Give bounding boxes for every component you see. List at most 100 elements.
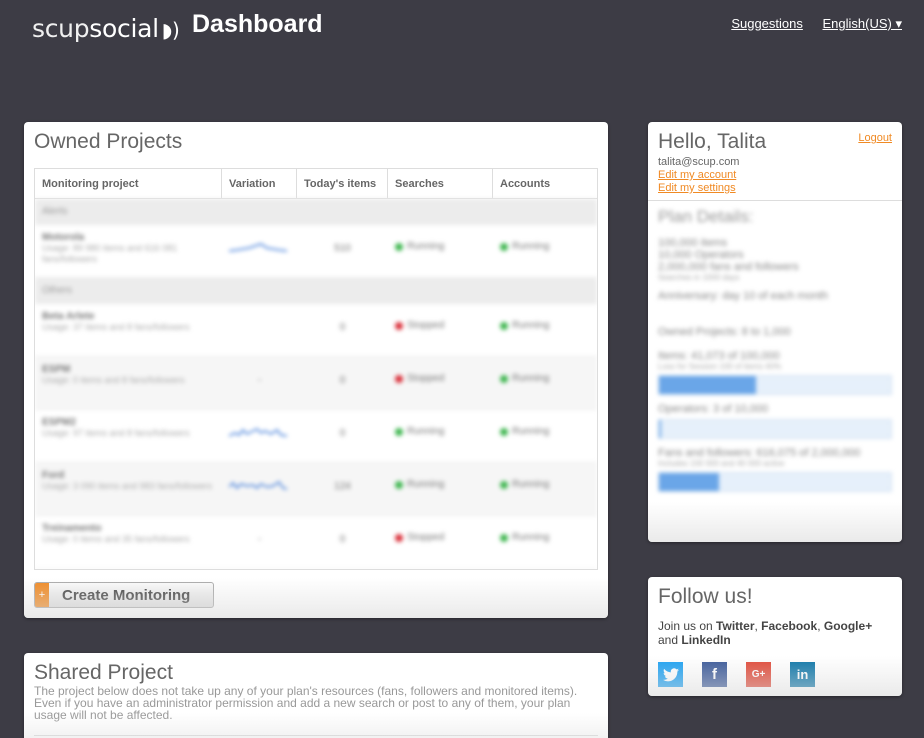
status-dot-icon — [395, 481, 403, 489]
account-status: Running — [493, 410, 597, 462]
table-row[interactable]: Treinamento Usage: 0 items and 35 fans/fo… — [35, 516, 597, 569]
scupsocial-logo[interactable]: scupsocial ◗) — [32, 14, 180, 43]
plan-fans-sub: Includes 100 000 and 40 000 active — [658, 459, 785, 468]
group-row-others: Others — [35, 278, 597, 304]
project-name[interactable]: ESPM2 — [42, 417, 215, 428]
project-name[interactable]: Motorola — [42, 232, 215, 243]
suggestions-link[interactable]: Suggestions — [731, 16, 803, 31]
user-email: talita@scup.com — [658, 156, 740, 168]
status-dot-icon — [395, 322, 403, 330]
account-status: Running — [493, 225, 597, 277]
project-usage: Usage: 0 items and 35 fans/followers — [42, 534, 190, 544]
plan-owned-projects: Owned Projects: 8 to 1,000 — [658, 326, 791, 338]
col-accounts[interactable]: Accounts — [493, 169, 597, 198]
sparkline — [222, 410, 297, 462]
todays-items-count: 0 — [339, 375, 346, 386]
search-status: Running — [388, 410, 493, 462]
col-searches[interactable]: Searches — [388, 169, 493, 198]
logo-part-1: scup — [32, 14, 90, 43]
plan-items: Items: 41,073 of 100,000 — [658, 350, 780, 362]
col-variation[interactable]: Variation — [222, 169, 297, 198]
account-status-label: Running — [512, 373, 550, 384]
search-status-label: Stopped — [407, 320, 445, 331]
account-panel: Hello, Talita Logout talita@scup.com Edi… — [648, 122, 902, 542]
facebook-label: Facebook — [761, 619, 818, 633]
status-dot-icon — [500, 481, 508, 489]
search-status-label: Stopped — [407, 532, 445, 543]
googleplus-label: Google+ — [823, 619, 873, 633]
table-row[interactable]: Beta Arlete Usage: 37 items and 8 fans/fo… — [35, 304, 597, 357]
language-select[interactable]: English(US) ▾ — [823, 16, 903, 31]
plan-line: 2,000,000 fans and followers — [658, 261, 799, 273]
twitter-icon[interactable] — [658, 662, 683, 687]
table-row[interactable]: ESPM Usage: 0 items and 8 fans/followers … — [35, 357, 597, 410]
table-row[interactable]: ESPM2 Usage: 97 items and 8 fans/follower… — [35, 410, 597, 463]
operators-usage-fill — [659, 420, 662, 438]
table-row[interactable]: Motorola Usage: 89 980 items and 616 081 … — [35, 225, 597, 278]
col-todays-items[interactable]: Today's items — [297, 169, 388, 198]
sparkline-empty: - — [257, 375, 262, 386]
items-usage-bar — [658, 375, 892, 395]
search-status: Stopped — [388, 516, 493, 568]
status-dot-icon — [395, 428, 403, 436]
plan-items-sub: Loss for Session 100 of items 40% — [658, 362, 782, 371]
status-dot-icon — [500, 322, 508, 330]
create-monitoring-button[interactable]: + Create Monitoring — [34, 582, 214, 608]
linkedin-icon[interactable]: in — [790, 662, 815, 687]
project-name[interactable]: Ford — [42, 470, 215, 481]
project-usage: Usage: 3 090 items and 983 fans/follower… — [42, 481, 213, 491]
divider — [34, 735, 598, 736]
sparkline-empty — [222, 304, 297, 356]
account-status-label: Running — [512, 320, 550, 331]
status-dot-icon — [395, 534, 403, 542]
project-name[interactable]: Treinamento — [42, 523, 215, 534]
plan-line: 10,000 Operators — [658, 249, 744, 261]
search-status: Running — [388, 463, 493, 515]
googleplus-icon[interactable]: G+ — [746, 662, 771, 687]
edit-account-link[interactable]: Edit my account — [648, 168, 902, 181]
linkedin-label: LinkedIn — [681, 633, 731, 647]
social-icons: f G+ in — [658, 662, 815, 687]
plus-icon: + — [35, 583, 49, 607]
plan-anniversary: Anniversary: day 10 of each month — [658, 290, 828, 302]
plan-line: 100,000 items — [658, 237, 728, 249]
edit-settings-link[interactable]: Edit my settings — [648, 181, 902, 194]
follow-us-panel: Follow us! Join us on Twitter, Facebook,… — [648, 577, 902, 696]
table-row[interactable]: Ford Usage: 3 090 items and 983 fans/foll… — [35, 463, 597, 516]
plan-operators: Operators: 3 of 10,000 — [658, 403, 769, 415]
project-name[interactable]: Beta Arlete — [42, 311, 215, 322]
search-status: Stopped — [388, 357, 493, 409]
todays-items-count: 124 — [334, 481, 351, 492]
projects-table: Monitoring project Variation Today's ite… — [34, 168, 598, 570]
plan-details: Plan Details: 100,000 items 10,000 Opera… — [648, 201, 902, 506]
status-dot-icon — [500, 375, 508, 383]
search-status-label: Stopped — [407, 373, 445, 384]
search-status-label: Running — [407, 479, 445, 490]
page-title: Dashboard — [192, 10, 323, 38]
logo-part-2: social — [89, 14, 159, 43]
shared-project-description: The project below does not take up any o… — [34, 684, 578, 722]
account-status: Running — [493, 516, 597, 568]
project-name[interactable]: ESPM — [42, 364, 215, 375]
search-status-label: Running — [407, 426, 445, 437]
todays-items-count: 0 — [339, 322, 346, 333]
follow-text: Join us on Twitter, Facebook, Google+ an… — [658, 619, 873, 647]
sparkline-empty: - — [257, 534, 262, 545]
status-dot-icon — [395, 375, 403, 383]
todays-items-count: 0 — [339, 534, 346, 545]
project-usage: Usage: 97 items and 8 fans/followers — [42, 428, 190, 438]
shared-project-panel: Shared Project The project below does no… — [24, 653, 608, 738]
owned-projects-panel: Owned Projects Monitoring project Variat… — [24, 122, 608, 618]
twitter-label: Twitter — [716, 619, 755, 633]
account-status-label: Running — [512, 426, 550, 437]
status-dot-icon — [395, 243, 403, 251]
facebook-icon[interactable]: f — [702, 662, 727, 687]
logout-link[interactable]: Logout — [858, 132, 892, 144]
plan-sub: Searches in 1000 days — [658, 273, 740, 282]
col-monitoring-project[interactable]: Monitoring project — [35, 169, 222, 198]
top-links: Suggestions English(US) ▾ — [715, 16, 902, 32]
follow-prefix: Join us on — [658, 619, 713, 633]
owned-projects-title: Owned Projects — [34, 130, 183, 153]
status-dot-icon — [500, 428, 508, 436]
search-status: Stopped — [388, 304, 493, 356]
